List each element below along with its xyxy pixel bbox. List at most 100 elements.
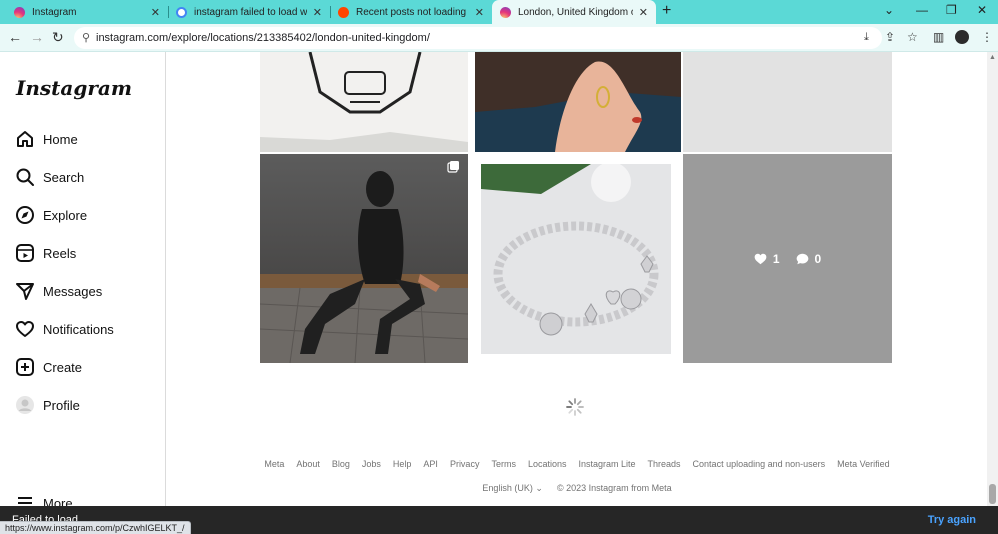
footer-link-privacy[interactable]: Privacy [450, 459, 480, 469]
language-select[interactable]: English (UK) ⌄ [482, 483, 543, 494]
tab-search-icon[interactable]: ⌄ [884, 3, 894, 17]
footer-links: Meta About Blog Jobs Help API Privacy Te… [167, 459, 987, 469]
reload-icon[interactable]: ↻ [52, 29, 64, 46]
browser-tab[interactable]: Recent posts not loading for Lo ✕ [330, 0, 492, 24]
forward-icon[interactable]: → [30, 29, 44, 45]
post-hover-stats: 1 0 [683, 252, 892, 266]
site-info-icon[interactable]: ⚲ [82, 31, 90, 44]
download-icon[interactable]: ⤓ [864, 31, 869, 44]
sidebar-item-label: Profile [43, 397, 80, 413]
instagram-icon [14, 6, 25, 18]
tab-title: Instagram [32, 6, 77, 18]
browser-tab-active[interactable]: London, United Kingdom on Ins ✕ [492, 0, 656, 24]
tab-title: London, United Kingdom on Ins [518, 6, 633, 18]
post-thumbnail[interactable] [475, 52, 681, 152]
footer-link-jobs[interactable]: Jobs [362, 459, 381, 469]
woman-posing-image [260, 154, 468, 363]
chevron-down-icon: ⌄ [535, 483, 543, 493]
footer-link-locations[interactable]: Locations [528, 459, 567, 469]
carousel-icon [447, 161, 459, 173]
share-icon[interactable]: ⇪ [885, 30, 895, 44]
sidebar-item-notifications[interactable]: Notifications [14, 316, 114, 342]
sidebar-item-label: Home [43, 131, 78, 147]
google-icon [176, 6, 187, 18]
location-feed: 1 0 Meta About Blog Jobs Help API Privac… [167, 52, 987, 506]
browser-tab-strip: Instagram ✕ instagram failed to load whe… [0, 0, 998, 24]
post-thumbnail[interactable] [260, 52, 468, 152]
footer-link-instagram-lite[interactable]: Instagram Lite [578, 459, 635, 469]
sidebar-item-label: Create [43, 359, 83, 375]
sidebar-item-home[interactable]: Home [14, 126, 78, 152]
sidebar-item-create[interactable]: Create [14, 354, 82, 380]
try-again-button[interactable]: Try again [928, 514, 976, 526]
profile-avatar [14, 394, 36, 416]
home-icon [14, 128, 36, 150]
kebab-menu-icon[interactable]: ⋮ [981, 30, 993, 44]
bookmark-star-icon[interactable]: ☆ [907, 30, 918, 44]
close-icon[interactable]: ✕ [639, 6, 648, 19]
browser-tab[interactable]: instagram failed to load when b ✕ [168, 0, 330, 24]
sidebar-item-explore[interactable]: Explore [14, 202, 87, 228]
sidebar-item-profile[interactable]: Profile [14, 392, 80, 418]
close-icon[interactable]: ✕ [313, 6, 322, 19]
url-text[interactable]: instagram.com/explore/locations/21338540… [96, 32, 430, 44]
close-icon[interactable]: ✕ [475, 6, 484, 19]
minimize-icon[interactable]: — [916, 3, 928, 17]
new-tab-icon[interactable]: + [662, 2, 671, 20]
address-bar[interactable]: ⚲ instagram.com/explore/locations/213385… [74, 27, 882, 49]
post-thumbnail[interactable] [260, 154, 468, 363]
footer-link-api[interactable]: API [423, 459, 438, 469]
compass-icon [14, 204, 36, 226]
comment-filled-icon [796, 253, 808, 265]
instagram-icon [500, 6, 511, 18]
page-scrollbar[interactable]: ▲ [987, 52, 998, 506]
post-thumbnail-placeholder[interactable] [683, 52, 892, 152]
plus-square-icon [14, 356, 36, 378]
footer-link-contact-uploading[interactable]: Contact uploading and non-users [693, 459, 826, 469]
footer-link-threads[interactable]: Threads [648, 459, 681, 469]
side-panel-icon[interactable]: ▥ [933, 30, 944, 44]
footer-link-terms[interactable]: Terms [491, 459, 516, 469]
post-thumbnail[interactable] [481, 164, 671, 354]
footer-link-help[interactable]: Help [393, 459, 412, 469]
close-icon[interactable]: ✕ [151, 6, 160, 19]
window-close-icon[interactable]: ✕ [977, 3, 987, 17]
likes-count: 1 [754, 252, 780, 266]
sidebar-item-reels[interactable]: Reels [14, 240, 76, 266]
sidebar-item-messages[interactable]: Messages [14, 278, 102, 304]
scrollbar-thumb[interactable] [989, 484, 996, 504]
heart-icon [14, 318, 36, 340]
maximize-icon[interactable]: ❐ [946, 3, 957, 17]
helmet-drawing-image [260, 52, 468, 152]
sidebar-item-label: Search [43, 169, 85, 185]
footer-link-meta-verified[interactable]: Meta Verified [837, 459, 890, 469]
copyright-text: © 2023 Instagram from Meta [556, 483, 672, 493]
loading-spinner-icon [566, 398, 584, 416]
back-icon[interactable]: ← [8, 29, 22, 45]
sidebar-item-label: Explore [43, 207, 88, 223]
sidebar-item-label: Messages [43, 283, 103, 299]
sidebar-item-search[interactable]: Search [14, 164, 84, 190]
search-icon [14, 166, 36, 188]
footer-link-meta[interactable]: Meta [264, 459, 284, 469]
browser-toolbar: ← → ↻ ⚲ instagram.com/explore/locations/… [0, 24, 998, 52]
reddit-icon [338, 6, 349, 18]
hand-ring-image [475, 52, 681, 152]
footer-bottom: English (UK) ⌄ © 2023 Instagram from Met… [167, 483, 987, 494]
instagram-logo[interactable]: Instagram [16, 76, 132, 100]
comments-value: 0 [814, 252, 822, 266]
post-thumbnail-hovered[interactable]: 1 0 [683, 154, 892, 363]
reels-icon [14, 242, 36, 264]
footer-link-blog[interactable]: Blog [332, 459, 350, 469]
browser-tab[interactable]: Instagram ✕ [6, 0, 168, 24]
likes-value: 1 [772, 252, 780, 266]
sidebar-item-label: Reels [43, 245, 77, 261]
scroll-up-icon[interactable]: ▲ [989, 54, 996, 61]
status-bar-url: https://www.instagram.com/p/CzwhIGELKT_/ [0, 521, 191, 534]
footer-link-about[interactable]: About [296, 459, 320, 469]
language-label: English (UK) [482, 483, 533, 493]
browser-profile-avatar[interactable] [955, 30, 969, 44]
tab-title: instagram failed to load when b [194, 6, 307, 18]
comments-count: 0 [796, 252, 822, 266]
silver-bracelet-image [481, 164, 671, 354]
